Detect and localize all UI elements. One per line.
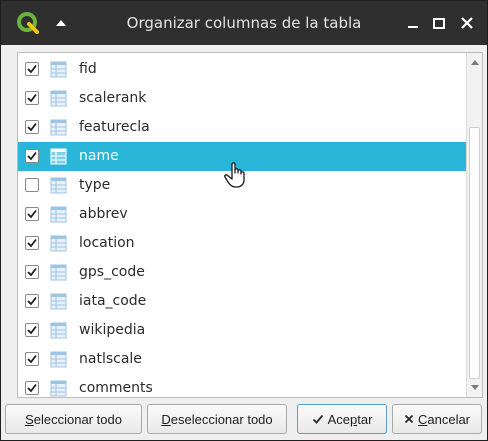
column-checkbox[interactable] bbox=[25, 265, 39, 279]
vertical-scrollbar[interactable] bbox=[466, 53, 482, 397]
dialog-window: Organizar columnas de la tabla fid scaler… bbox=[0, 0, 488, 441]
table-field-icon bbox=[50, 293, 67, 310]
column-checkbox[interactable] bbox=[25, 352, 39, 366]
checkmark-icon bbox=[27, 122, 37, 132]
column-checkbox[interactable] bbox=[25, 178, 39, 192]
checkmark-icon bbox=[27, 325, 37, 335]
checkmark-icon bbox=[27, 151, 37, 161]
column-row[interactable]: location bbox=[18, 229, 466, 258]
column-checkbox[interactable] bbox=[25, 62, 39, 76]
table-field-icon bbox=[50, 322, 67, 339]
column-name-label: wikipedia bbox=[79, 322, 146, 338]
table-field-icon bbox=[50, 380, 67, 397]
maximize-icon[interactable] bbox=[429, 13, 449, 33]
title-bar[interactable]: Organizar columnas de la tabla bbox=[1, 1, 487, 45]
column-name-label: comments bbox=[79, 380, 153, 396]
column-row[interactable]: featurecla bbox=[18, 113, 466, 142]
table-field-icon bbox=[50, 148, 67, 165]
column-checkbox[interactable] bbox=[25, 207, 39, 221]
column-checkbox[interactable] bbox=[25, 294, 39, 308]
column-checkbox[interactable] bbox=[25, 91, 39, 105]
column-checkbox[interactable] bbox=[25, 120, 39, 134]
minimize-icon[interactable] bbox=[403, 13, 423, 33]
column-row[interactable]: iata_code bbox=[18, 287, 466, 316]
column-name-label: type bbox=[79, 177, 111, 193]
column-name-label: fid bbox=[79, 61, 97, 77]
table-field-icon bbox=[50, 351, 67, 368]
column-name-label: gps_code bbox=[79, 264, 145, 280]
column-name-label: natlscale bbox=[79, 351, 142, 367]
scrollbar-thumb[interactable] bbox=[469, 127, 480, 379]
select-all-button[interactable]: Seleccionar todo bbox=[5, 404, 142, 434]
column-name-label: name bbox=[79, 148, 119, 164]
column-row[interactable]: abbrev bbox=[18, 200, 466, 229]
checkmark-icon bbox=[27, 209, 37, 219]
checkmark-icon bbox=[27, 383, 37, 393]
table-field-icon bbox=[50, 90, 67, 107]
deselect-all-button[interactable]: Deseleccionar todo bbox=[147, 404, 287, 434]
checkmark-icon bbox=[27, 64, 37, 74]
column-name-label: iata_code bbox=[79, 293, 147, 309]
table-field-icon bbox=[50, 61, 67, 78]
column-row[interactable]: scalerank bbox=[18, 84, 466, 113]
cancel-button[interactable]: Cancelar bbox=[392, 404, 482, 434]
column-name-label: abbrev bbox=[79, 206, 128, 222]
checkmark-icon bbox=[27, 93, 37, 103]
table-field-icon bbox=[50, 264, 67, 281]
column-checkbox[interactable] bbox=[25, 149, 39, 163]
column-checkbox[interactable] bbox=[25, 381, 39, 395]
column-checkbox[interactable] bbox=[25, 236, 39, 250]
checkmark-icon bbox=[27, 238, 37, 248]
checkmark-icon bbox=[312, 414, 323, 424]
column-row[interactable]: fid bbox=[18, 55, 466, 84]
column-row[interactable]: natlscale bbox=[18, 345, 466, 374]
hand-cursor-icon bbox=[224, 162, 245, 188]
table-field-icon bbox=[50, 177, 67, 194]
column-name-label: featurecla bbox=[79, 119, 150, 135]
column-name-label: location bbox=[79, 235, 135, 251]
checkmark-icon bbox=[27, 267, 37, 277]
accept-button[interactable]: Ace p tar bbox=[297, 404, 387, 434]
column-list[interactable]: fid scalerank featurecla name type abbrev loca… bbox=[17, 52, 483, 398]
table-field-icon bbox=[50, 206, 67, 223]
x-icon bbox=[404, 414, 414, 424]
column-row[interactable]: comments bbox=[18, 374, 466, 397]
table-field-icon bbox=[50, 235, 67, 252]
column-name-label: scalerank bbox=[79, 90, 147, 106]
scroll-down-arrow-icon[interactable] bbox=[470, 384, 480, 392]
table-field-icon bbox=[50, 119, 67, 136]
scroll-up-arrow-icon[interactable] bbox=[470, 58, 480, 66]
column-checkbox[interactable] bbox=[25, 323, 39, 337]
checkmark-icon bbox=[27, 296, 37, 306]
checkmark-icon bbox=[27, 354, 37, 364]
column-row[interactable]: gps_code bbox=[18, 258, 466, 287]
column-row[interactable]: wikipedia bbox=[18, 316, 466, 345]
close-icon[interactable] bbox=[457, 13, 477, 33]
